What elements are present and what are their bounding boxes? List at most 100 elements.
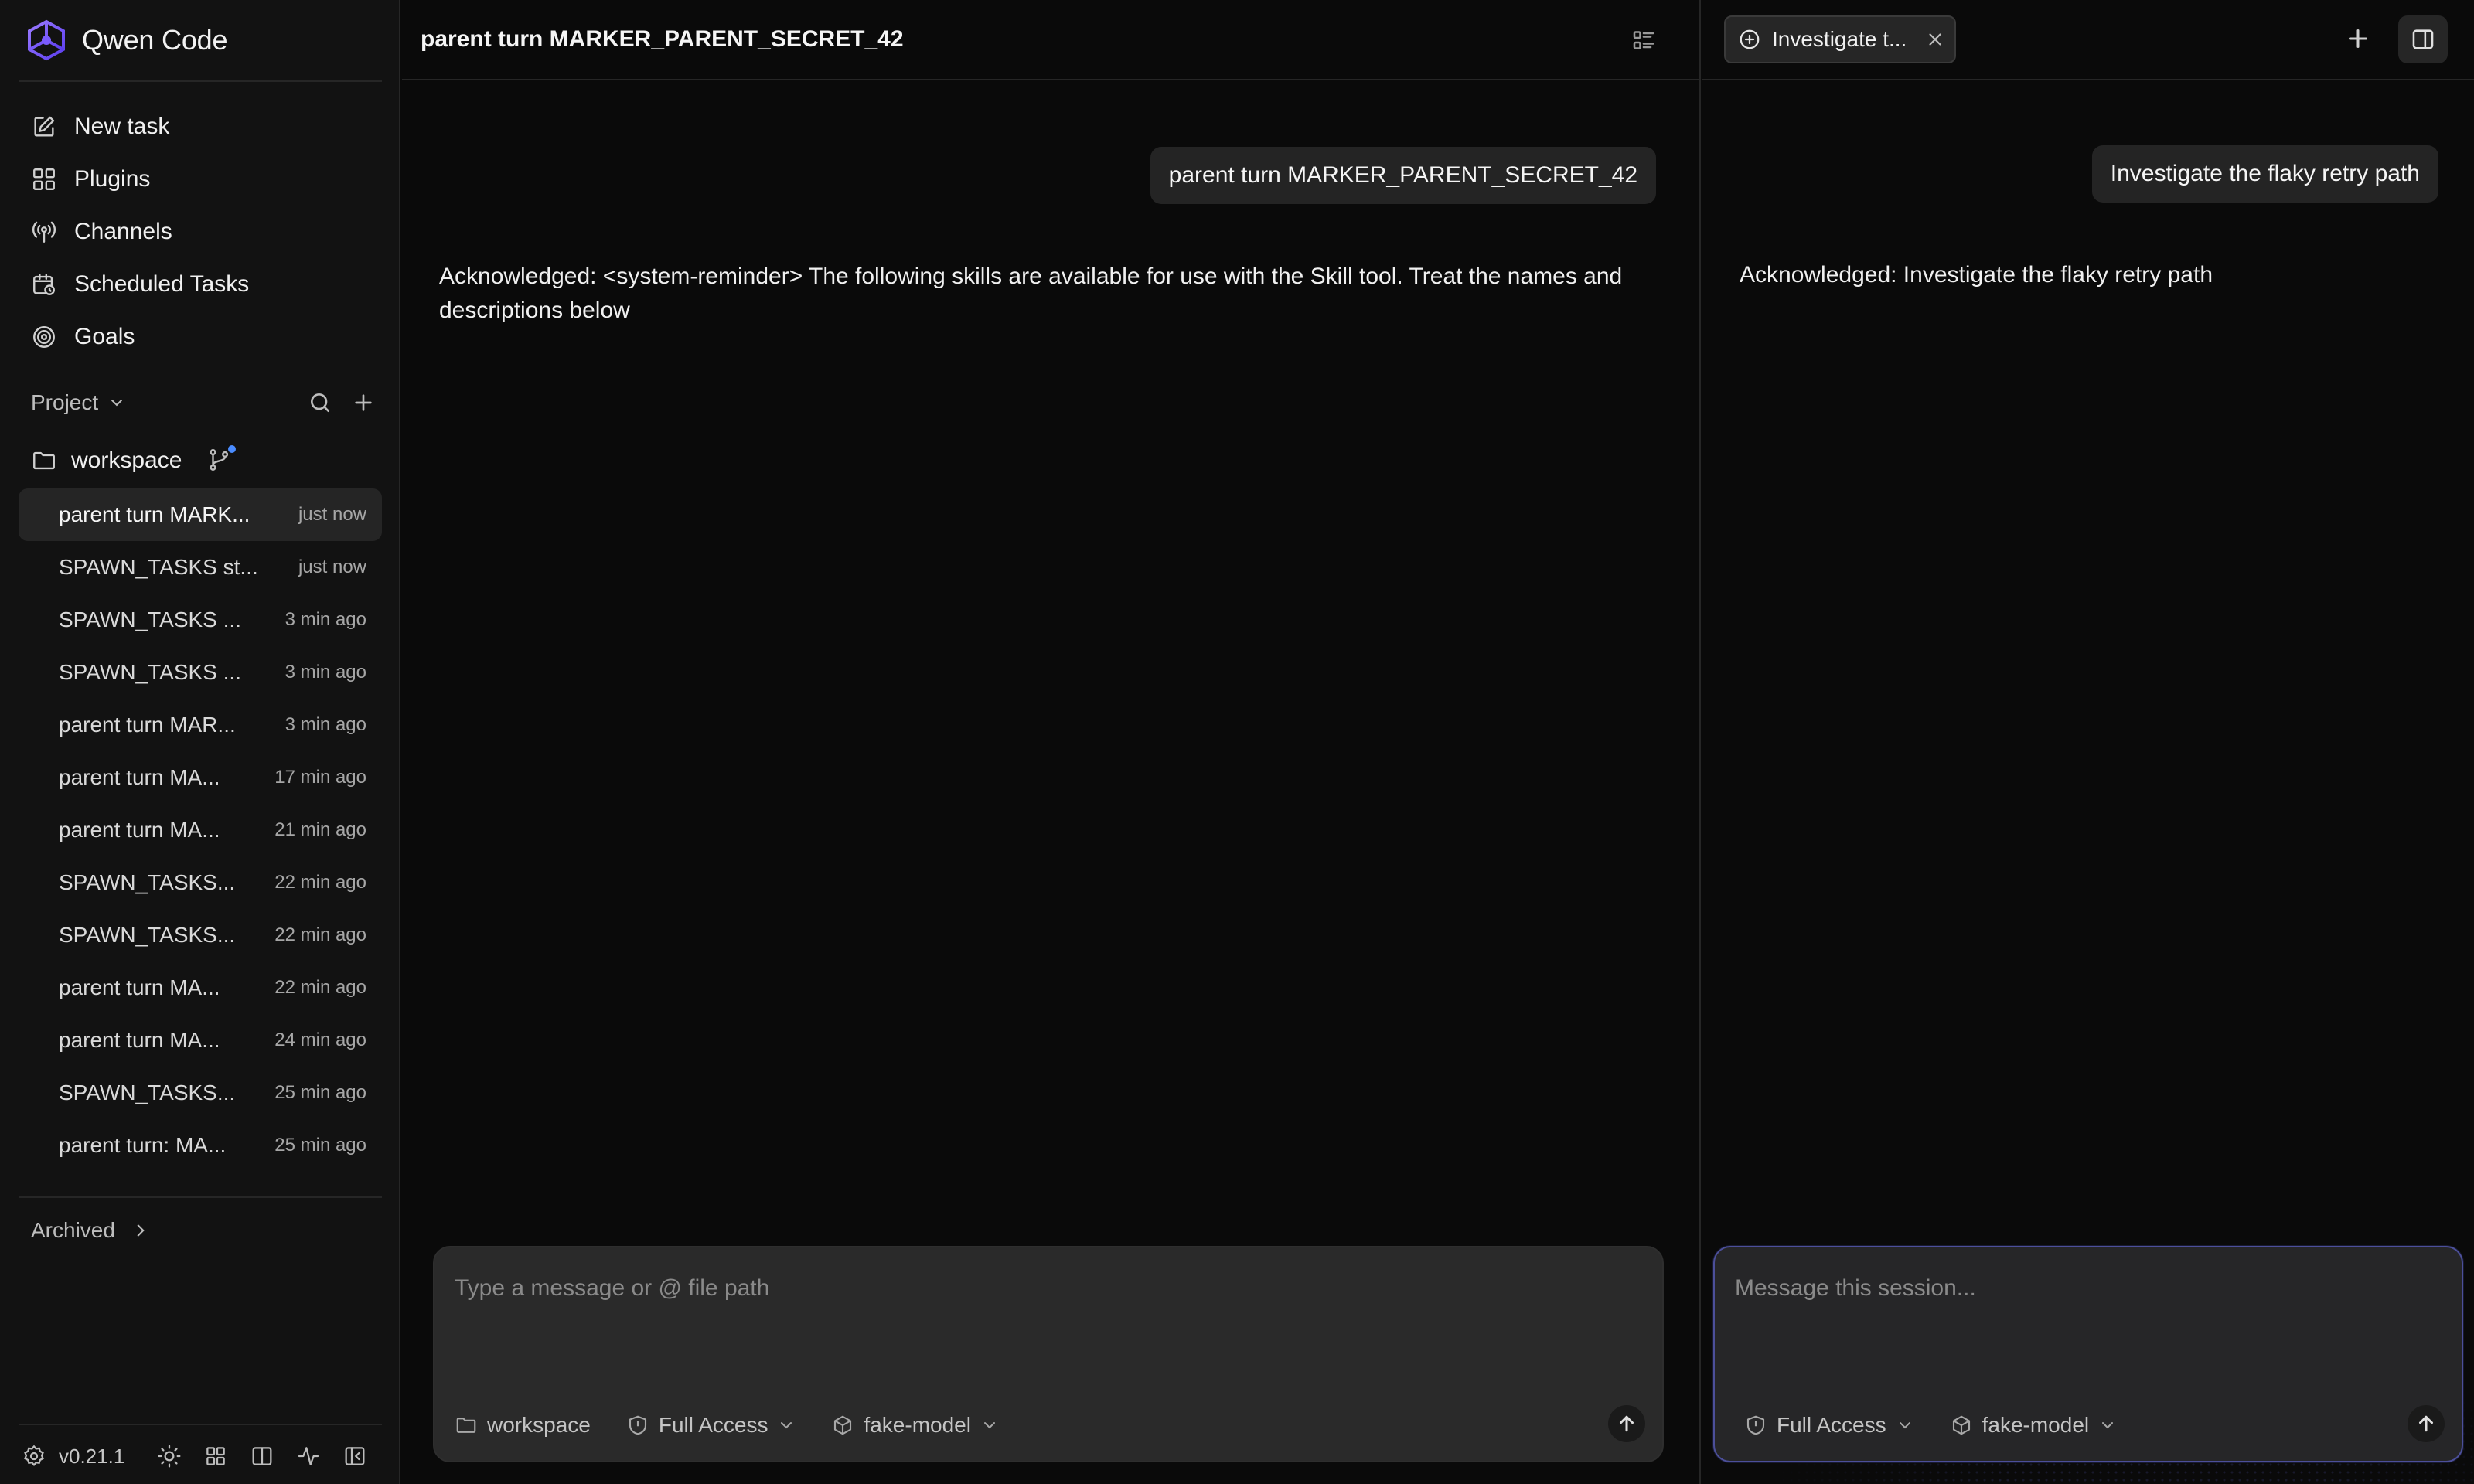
assistant-message: Acknowledged: <system-reminder> The foll… [439, 260, 1676, 328]
sun-icon[interactable] [157, 1444, 182, 1469]
status-dot [227, 444, 238, 454]
session-item[interactable]: SPAWN_TASKS... 25 min ago [19, 1067, 382, 1119]
session-time: 3 min ago [285, 662, 366, 682]
session-item[interactable]: SPAWN_TASKS ... 3 min ago [19, 646, 382, 699]
nav-goals[interactable]: Goals [19, 311, 382, 363]
session-time: 17 min ago [274, 767, 366, 788]
session-item[interactable]: parent turn MA... 17 min ago [19, 751, 382, 804]
session-item[interactable]: parent turn MARK... just now [19, 488, 382, 541]
workspace-folder[interactable]: workspace [31, 441, 238, 481]
divider [19, 1424, 382, 1425]
tab-label: Investigate t... [1772, 27, 1907, 51]
outline-list-icon[interactable] [1630, 26, 1658, 54]
shield-icon [629, 1415, 646, 1435]
close-icon[interactable] [1925, 29, 1945, 49]
assistant-text-line: Acknowledged: <system-reminder> The foll… [439, 264, 1623, 289]
side-session-header: Investigate t... [1702, 0, 2474, 80]
session-title: SPAWN_TASKS ... [59, 608, 241, 631]
session-item[interactable]: parent turn MA... 21 min ago [19, 804, 382, 856]
side-session-pane: Investigate t... Investigate the flaky r… [1702, 0, 2474, 1484]
send-button[interactable] [1608, 1405, 1645, 1442]
page-title: parent turn MARKER_PARENT_SECRET_42 [421, 26, 904, 52]
session-title: parent turn MA... [59, 765, 220, 789]
tab-session[interactable]: Investigate t... [1724, 15, 1956, 63]
assistant-message: Acknowledged: Investigate the flaky retr… [1740, 262, 2213, 288]
nav-channels[interactable]: Channels [19, 206, 382, 258]
calendar-clock-icon [33, 274, 55, 295]
session-title: SPAWN_TASKS ... [59, 660, 241, 684]
session-item[interactable]: SPAWN_TASKS ... 3 min ago [19, 594, 382, 646]
message-composer: workspace Full Access fake-model [433, 1246, 1664, 1462]
git-branch-indicator[interactable] [206, 444, 238, 475]
access-selector[interactable]: Full Access [626, 1413, 796, 1438]
session-item[interactable]: parent turn MA... 24 min ago [19, 1014, 382, 1067]
divider [19, 1196, 382, 1198]
model-selector[interactable]: fake-model [1950, 1413, 2118, 1438]
access-selector[interactable]: Full Access [1744, 1413, 1914, 1438]
nav-label: Channels [74, 219, 172, 244]
session-title: SPAWN_TASKS... [59, 1081, 236, 1104]
workspace-selector[interactable]: workspace [455, 1413, 591, 1438]
nav-label: Plugins [74, 166, 151, 192]
arrow-up-icon [1620, 1415, 1634, 1432]
grid-icon[interactable] [203, 1444, 228, 1469]
session-title: parent turn MA... [59, 1028, 220, 1052]
session-time: 22 min ago [274, 924, 366, 945]
sidebar-footer: v0.21.1 [22, 1439, 382, 1473]
search-icon[interactable] [308, 390, 332, 415]
model-chip-label: fake-model [1982, 1413, 2090, 1437]
divider [19, 80, 382, 82]
cube-icon [834, 1415, 852, 1435]
nav-scheduled-tasks[interactable]: Scheduled Tasks [19, 258, 382, 311]
sidebar: Qwen Code New task Plugins Channels Sche… [0, 0, 400, 1484]
send-button[interactable] [2408, 1405, 2445, 1442]
gear-icon[interactable] [22, 1444, 46, 1469]
split-view-icon[interactable] [250, 1444, 274, 1469]
folder-icon [456, 1418, 476, 1433]
project-dropdown[interactable]: Project [31, 390, 126, 415]
archived-toggle[interactable]: Archived [31, 1213, 151, 1247]
session-title: parent turn: MA... [59, 1133, 227, 1157]
toggle-panel-button[interactable] [2398, 15, 2448, 63]
access-chip-label: Full Access [658, 1413, 768, 1437]
chevron-down-icon [983, 1422, 995, 1429]
session-time: 24 min ago [274, 1030, 366, 1050]
session-time: 22 min ago [274, 977, 366, 998]
nav-label: Goals [74, 324, 135, 349]
session-item[interactable]: SPAWN_TASKS... 22 min ago [19, 856, 382, 909]
app-name: Qwen Code [82, 24, 228, 56]
main-nav: New task Plugins Channels Scheduled Task… [19, 100, 382, 363]
session-item[interactable]: parent turn MAR... 3 min ago [19, 699, 382, 751]
panel-right-icon [2412, 29, 2434, 49]
access-chip-label: Full Access [1777, 1413, 1886, 1437]
session-time: 3 min ago [285, 609, 366, 630]
session-item[interactable]: parent turn: MA... 25 min ago [19, 1119, 382, 1172]
message-input[interactable] [455, 1272, 1642, 1305]
new-tab-plus-icon[interactable] [2344, 25, 2372, 53]
chevron-down-icon [2102, 1422, 2114, 1429]
app-window: Qwen Code New task Plugins Channels Sche… [0, 0, 2474, 1484]
cube-icon [1952, 1415, 1970, 1435]
session-message-input[interactable] [1735, 1272, 2442, 1305]
collapse-sidebar-icon[interactable] [342, 1444, 367, 1469]
session-item[interactable]: parent turn MA... 22 min ago [19, 962, 382, 1014]
nav-plugins[interactable]: Plugins [19, 153, 382, 206]
workspace-chip-label: workspace [487, 1413, 591, 1437]
nav-new-task[interactable]: New task [19, 100, 382, 153]
session-list: parent turn MARK... just now SPAWN_TASKS … [19, 488, 382, 1172]
session-title: SPAWN_TASKS st... [59, 555, 258, 579]
nav-label: New task [74, 114, 170, 139]
qwen-logo-icon [28, 19, 65, 61]
session-time: 22 min ago [274, 872, 366, 893]
model-selector[interactable]: fake-model [831, 1413, 999, 1438]
arrow-up-icon [2419, 1415, 2433, 1432]
plus-icon[interactable] [351, 390, 376, 415]
shield-icon [1746, 1415, 1765, 1435]
chevron-down-icon [1899, 1422, 1910, 1429]
session-title: SPAWN_TASKS... [59, 923, 236, 947]
session-composer: Full Access fake-model [1713, 1246, 2463, 1462]
session-item[interactable]: SPAWN_TASKS st... just now [19, 541, 382, 594]
session-item[interactable]: SPAWN_TASKS... 22 min ago [19, 909, 382, 962]
activity-icon[interactable] [296, 1444, 321, 1469]
session-time: just now [298, 504, 366, 525]
